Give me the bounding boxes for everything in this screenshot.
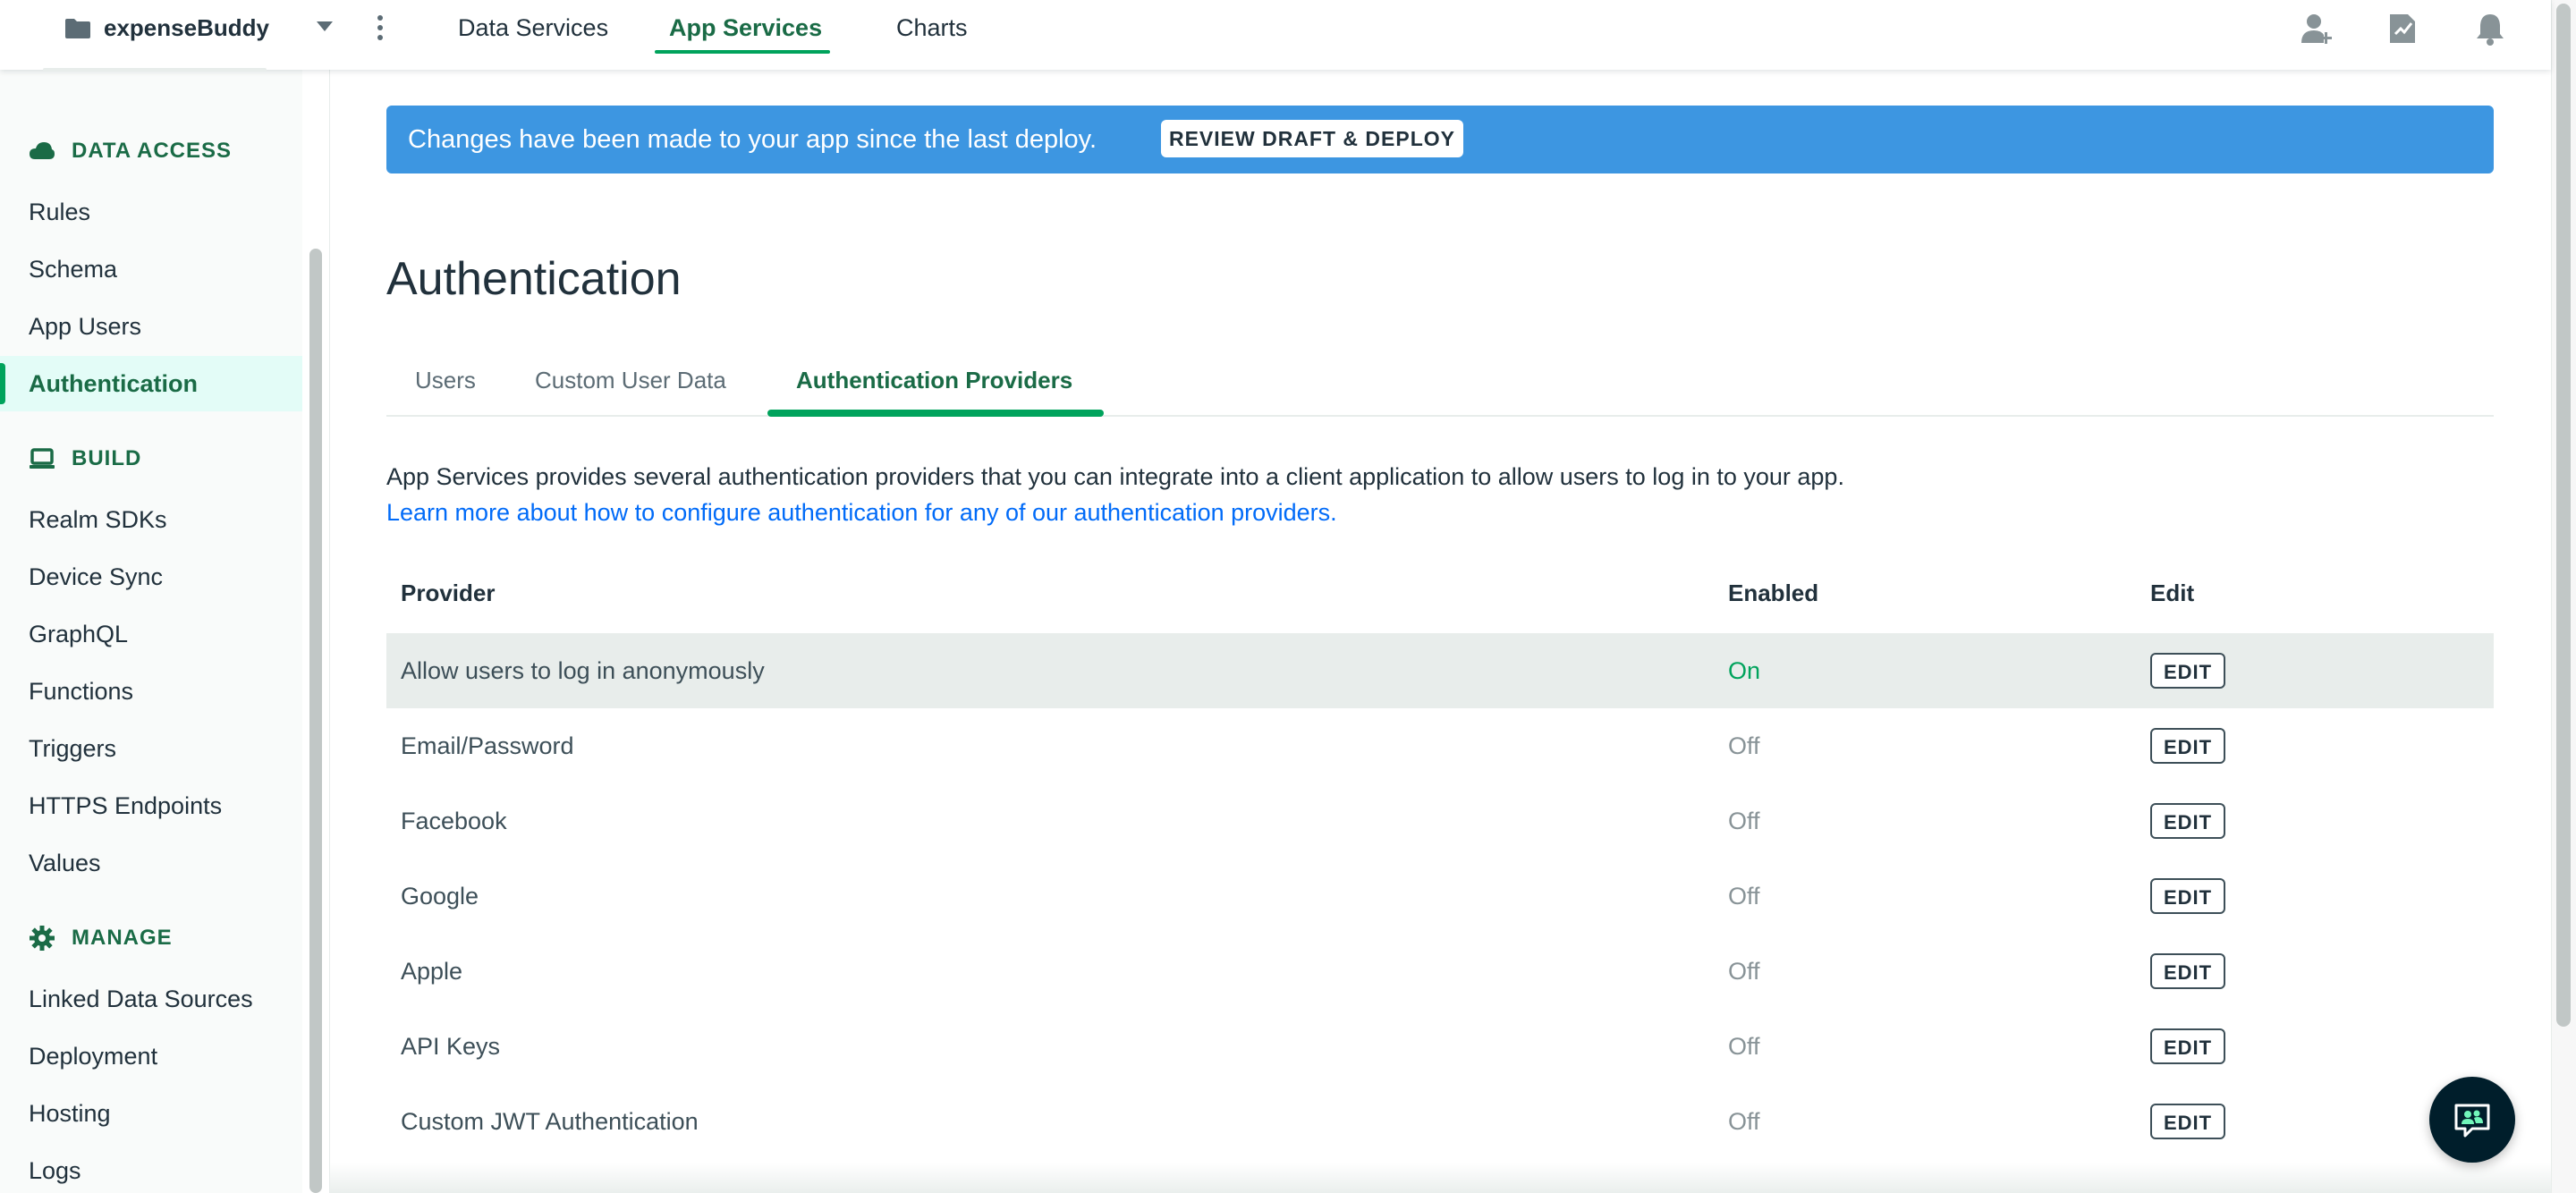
sidebar-item-realm-sdks[interactable]: Realm SDKs	[29, 506, 167, 534]
edit-button[interactable]: EDIT	[2150, 878, 2225, 914]
edit-button[interactable]: EDIT	[2150, 803, 2225, 839]
enabled-status: Off	[1728, 958, 1760, 985]
sidebar-item-deployment[interactable]: Deployment	[29, 1043, 157, 1070]
sidebar-item-triggers[interactable]: Triggers	[29, 735, 116, 763]
enabled-status: Off	[1728, 808, 1760, 834]
gear-icon	[30, 926, 55, 951]
sidebar-item-functions[interactable]: Functions	[29, 678, 133, 706]
table-row: Allow users to log in anonymously On EDI…	[386, 633, 2494, 708]
table-row: Email/Password Off EDIT	[386, 708, 2494, 783]
edit-button[interactable]: EDIT	[2150, 1028, 2225, 1064]
chat-support-button[interactable]	[2429, 1077, 2515, 1163]
table-row: Custom JWT Authentication Off EDIT	[386, 1084, 2494, 1159]
sidebar-item-logs[interactable]: Logs	[29, 1157, 81, 1185]
enabled-status: On	[1728, 657, 1761, 684]
sidebar-item-https-endpoints[interactable]: HTTPS Endpoints	[29, 792, 222, 820]
page-title: Authentication	[386, 253, 682, 305]
cloud-icon	[30, 142, 55, 159]
provider-name: Custom JWT Authentication	[401, 1108, 699, 1135]
main-scrollbar[interactable]	[2556, 4, 2571, 1027]
section-label: DATA ACCESS	[72, 139, 232, 163]
scroll-fade	[329, 1163, 2551, 1193]
activity-feed-icon[interactable]	[2385, 11, 2420, 47]
edit-button[interactable]: EDIT	[2150, 953, 2225, 989]
chat-icon	[2454, 1104, 2490, 1138]
tab-custom-user-data[interactable]: Custom User Data	[535, 367, 726, 394]
sidebar-item-rules[interactable]: Rules	[29, 199, 90, 226]
edit-button[interactable]: EDIT	[2150, 1104, 2225, 1139]
more-options-icon[interactable]	[374, 13, 386, 45]
tabs-divider	[386, 415, 2494, 417]
nav-tab-data-services[interactable]: Data Services	[458, 14, 608, 42]
provider-name: Google	[401, 883, 479, 910]
sidebar-active-indicator	[0, 363, 5, 404]
learn-more-link[interactable]: Learn more about how to configure authen…	[386, 499, 1337, 527]
section-label: MANAGE	[72, 926, 173, 950]
sidebar-item-schema[interactable]: Schema	[29, 256, 117, 283]
nav-tab-app-services[interactable]: App Services	[669, 14, 822, 42]
table-row: Facebook Off EDIT	[386, 783, 2494, 859]
enabled-status: Off	[1728, 1033, 1760, 1060]
table-row: API Keys Off EDIT	[386, 1009, 2494, 1084]
provider-name: Apple	[401, 958, 463, 985]
deploy-banner: Changes have been made to your app since…	[386, 106, 2494, 173]
section-label: BUILD	[72, 446, 142, 470]
sidebar-item-authentication[interactable]: Authentication	[29, 370, 198, 398]
context-divider	[43, 68, 267, 72]
top-bar: expenseBuddy Data Services App Services …	[0, 0, 2551, 70]
description-text: App Services provides several authentica…	[386, 463, 1844, 490]
sidebar-item-values[interactable]: Values	[29, 850, 101, 877]
folder-icon	[65, 19, 90, 38]
column-header-edit: Edit	[2150, 580, 2195, 606]
banner-message: Changes have been made to your app since…	[408, 125, 1097, 154]
tab-users[interactable]: Users	[415, 367, 476, 394]
project-selector[interactable]: expenseBuddy	[104, 14, 269, 42]
sidebar-scrollbar[interactable]	[309, 249, 322, 1193]
provider-name: Email/Password	[401, 732, 574, 759]
notifications-bell-icon[interactable]	[2472, 11, 2508, 47]
table-row: Google Off EDIT	[386, 859, 2494, 934]
enabled-status: Off	[1728, 1108, 1760, 1135]
sidebar-item-linked-data-sources[interactable]: Linked Data Sources	[29, 986, 253, 1013]
provider-name: Allow users to log in anonymously	[401, 657, 765, 684]
section-manage: MANAGE	[29, 925, 173, 952]
column-header-enabled: Enabled	[1728, 580, 1819, 606]
provider-name: Facebook	[401, 808, 507, 834]
nav-active-indicator	[655, 50, 830, 54]
section-data-access: DATA ACCESS	[29, 138, 232, 165]
column-header-provider: Provider	[401, 580, 496, 606]
enabled-status: Off	[1728, 732, 1760, 759]
caret-down-icon[interactable]	[317, 21, 333, 31]
edit-button[interactable]: EDIT	[2150, 728, 2225, 764]
enabled-status: Off	[1728, 883, 1760, 910]
laptop-icon	[30, 448, 55, 469]
review-draft-deploy-button[interactable]: REVIEW DRAFT & DEPLOY	[1161, 120, 1463, 157]
table-row: Apple Off EDIT	[386, 934, 2494, 1009]
section-build: BUILD	[29, 445, 141, 472]
tab-active-indicator	[767, 410, 1104, 417]
edit-button[interactable]: EDIT	[2150, 653, 2225, 689]
tab-authentication-providers[interactable]: Authentication Providers	[796, 367, 1072, 394]
provider-name: API Keys	[401, 1033, 501, 1060]
sidebar-item-device-sync[interactable]: Device Sync	[29, 563, 163, 591]
sidebar-item-app-users[interactable]: App Users	[29, 313, 141, 341]
nav-tab-charts[interactable]: Charts	[896, 14, 968, 42]
invite-user-icon[interactable]	[2299, 11, 2334, 47]
sidebar-item-graphql[interactable]: GraphQL	[29, 621, 128, 648]
sidebar-item-hosting[interactable]: Hosting	[29, 1100, 111, 1128]
